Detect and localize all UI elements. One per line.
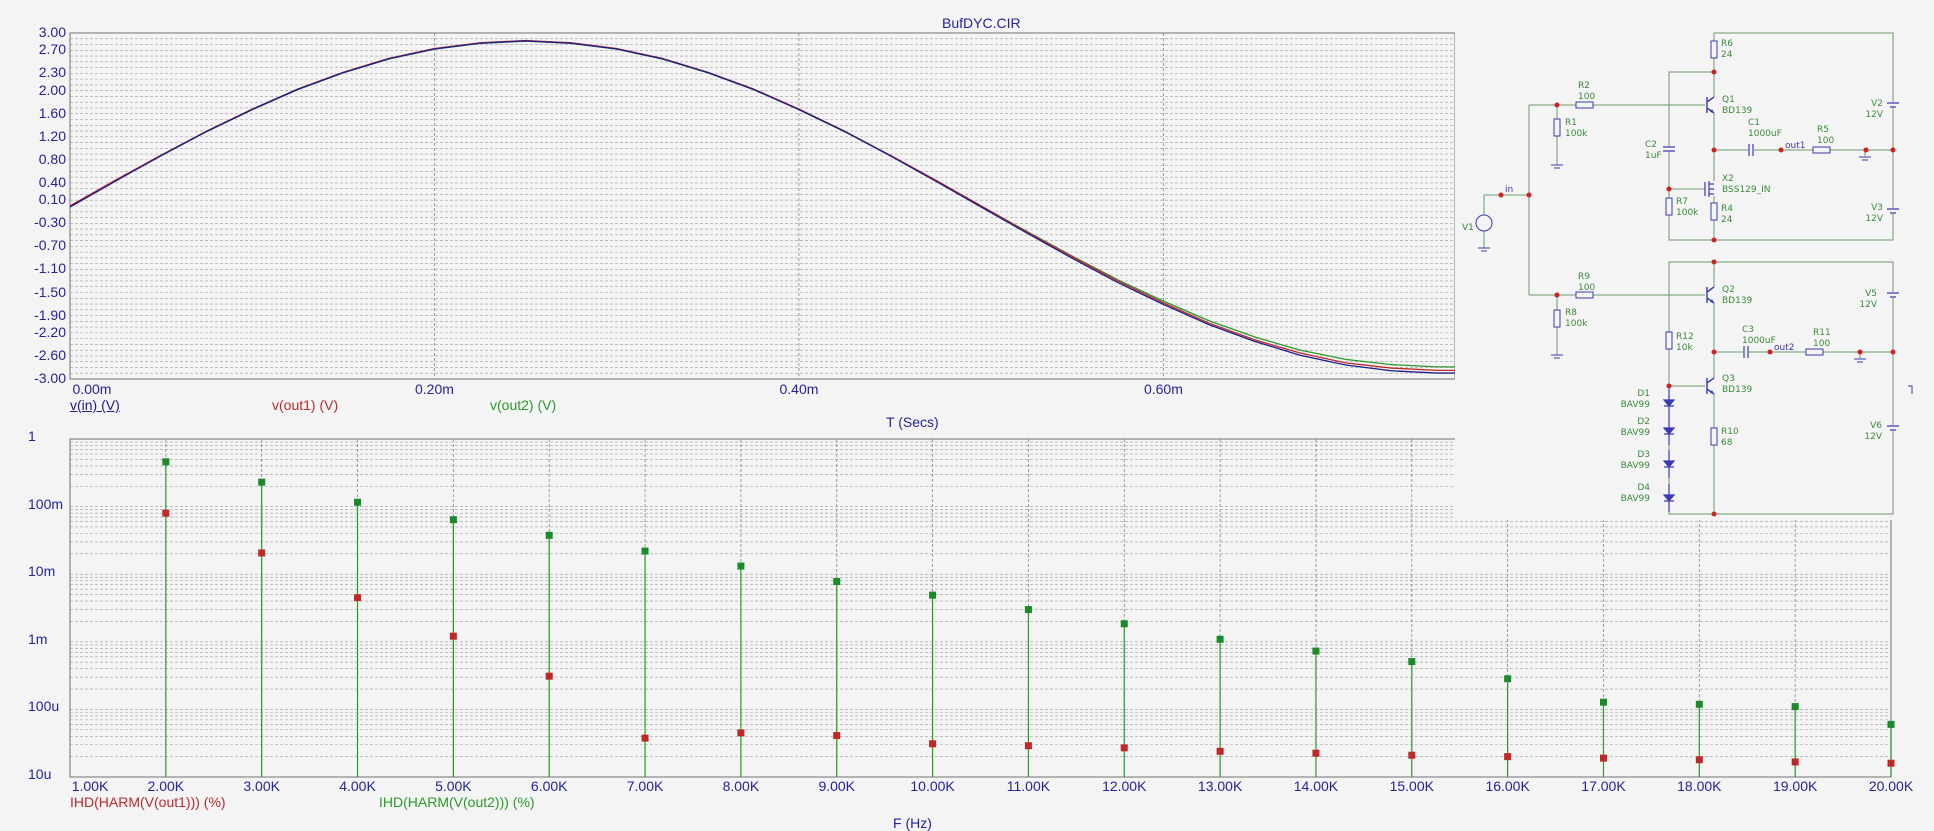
y-tick-label: 1: [28, 428, 36, 444]
y-tick-label: 100m: [28, 495, 64, 512]
y-tick-label: 1.60: [38, 104, 66, 121]
marker-ihd-out2: [545, 531, 553, 539]
x-tick-label: 6.00K: [530, 778, 568, 794]
x-tick-label: 19.00K: [1772, 778, 1818, 794]
marker-ihd-out1: [929, 740, 937, 748]
x-tick-label: 0.60m: [1143, 381, 1183, 397]
y-tick-label: 1.20: [38, 127, 66, 144]
marker-ihd-out2: [737, 562, 745, 570]
x-tick-label: 9.00K: [818, 778, 856, 794]
y-tick-label: -0.30: [34, 214, 66, 231]
marker-ihd-out1: [258, 549, 266, 557]
y-tick-label: 0.10: [38, 191, 66, 208]
marker-ihd-out2: [1216, 635, 1224, 643]
y-tick-label: 2.70: [38, 41, 66, 58]
x-tick-label: 4.00K: [339, 778, 376, 794]
marker-ihd-out1: [1120, 744, 1128, 752]
y-tick-label: 2.30: [38, 64, 66, 81]
marker-ihd-out1: [354, 594, 362, 602]
plots: [69, 32, 1895, 778]
marker-ihd-out1: [1504, 753, 1512, 761]
marker-ihd-out2: [258, 478, 266, 486]
x-tick-label: 12.00K: [1102, 778, 1147, 794]
harmonic-grid: [70, 439, 1891, 777]
marker-ihd-out2: [1312, 647, 1320, 655]
y-tick-label: 0.40: [38, 173, 66, 190]
marker-ihd-out2: [1599, 698, 1607, 706]
y-tick-label: -2.20: [34, 323, 66, 340]
marker-ihd-out1: [1791, 758, 1799, 766]
y-tick-label: -1.10: [34, 260, 66, 277]
x-tick-label: 18.00K: [1677, 778, 1722, 794]
y-tick-label: -3.00: [34, 370, 66, 386]
x-tick-label: 3.00K: [243, 778, 280, 794]
x-tick-label: 16.00K: [1485, 778, 1530, 794]
x-tick-label: 8.00K: [722, 778, 760, 794]
legend-v-in[interactable]: v(in) (V): [70, 397, 120, 413]
y-tick-label: 2.00: [38, 81, 66, 98]
freq-axis-title: F (Hz): [893, 815, 932, 831]
series-line-v-out2: [69, 40, 1455, 368]
legend-v-out1[interactable]: v(out1) (V): [272, 397, 338, 413]
marker-ihd-out1: [1216, 747, 1224, 755]
y-tick-label: 10m: [28, 563, 56, 580]
marker-ihd-out1: [1408, 751, 1416, 759]
transient-grid: [70, 33, 1455, 379]
x-tick-label: 11.00K: [1006, 778, 1051, 794]
y-tick-label: -0.70: [34, 237, 66, 254]
time-axis-title: T (Secs): [886, 414, 939, 430]
marker-ihd-out2: [1024, 606, 1032, 614]
marker-ihd-out2: [929, 591, 937, 599]
marker-ihd-out2: [1791, 703, 1799, 711]
marker-ihd-out1: [641, 734, 649, 742]
y-tick-label: 3.00: [38, 24, 66, 40]
legend-ihd-out2[interactable]: IHD(HARM(V(out2))) (%): [379, 794, 535, 810]
marker-ihd-out2: [641, 547, 649, 555]
x-tick-label: 0.40m: [779, 381, 819, 397]
marker-ihd-out1: [1024, 742, 1032, 750]
harmonic-plot-frame: [69, 438, 1892, 778]
marker-ihd-out1: [545, 672, 553, 680]
marker-ihd-out1: [1695, 756, 1703, 764]
y-tick-label: -1.50: [34, 283, 66, 300]
marker-ihd-out1: [162, 509, 170, 517]
x-tick-label: 15.00K: [1389, 778, 1434, 794]
y-tick-label: 0.80: [38, 150, 66, 167]
y-tick-label: 1m: [28, 630, 48, 647]
marker-ihd-out1: [1887, 759, 1895, 767]
marker-ihd-out2: [162, 458, 170, 466]
marker-ihd-out2: [833, 577, 841, 585]
marker-ihd-out1: [833, 732, 841, 740]
marker-ihd-out1: [449, 632, 457, 640]
marker-ihd-out1: [1312, 749, 1320, 757]
x-tick-label: 2.00K: [147, 778, 185, 794]
marker-ihd-out2: [354, 498, 362, 506]
legend-v-out2[interactable]: v(out2) (V): [490, 397, 556, 413]
y-tick-label: -2.60: [34, 346, 66, 363]
x-tick-label: 10.00K: [910, 778, 955, 794]
marker-ihd-out2: [1408, 658, 1416, 666]
y-tick-label: 10u: [28, 766, 52, 782]
x-tick-label: 20.00K: [1868, 778, 1914, 794]
y-tick-label: 100u: [28, 698, 60, 715]
x-tick-label: 17.00K: [1581, 778, 1626, 794]
x-tick-label: 1.00K: [71, 778, 109, 794]
marker-ihd-out2: [1120, 620, 1128, 628]
marker-ihd-out2: [1887, 720, 1895, 728]
x-tick-label: 13.00K: [1197, 778, 1243, 794]
marker-ihd-out2: [449, 516, 457, 524]
series-line-v-out1: [69, 39, 1455, 372]
x-tick-label: 5.00K: [435, 778, 472, 794]
x-tick-label: 7.00K: [626, 778, 664, 794]
marker-ihd-out1: [1599, 754, 1607, 762]
marker-ihd-out1: [737, 729, 745, 737]
x-tick-label: 0.20m: [415, 381, 454, 397]
legend-ihd-out1[interactable]: IHD(HARM(V(out1))) (%): [70, 794, 226, 810]
x-tick-label: 0.00m: [72, 381, 112, 397]
y-tick-label: -1.90: [34, 306, 66, 323]
x-tick-label: 14.00K: [1293, 778, 1339, 794]
marker-ihd-out2: [1695, 700, 1703, 708]
marker-ihd-out2: [1504, 675, 1512, 683]
